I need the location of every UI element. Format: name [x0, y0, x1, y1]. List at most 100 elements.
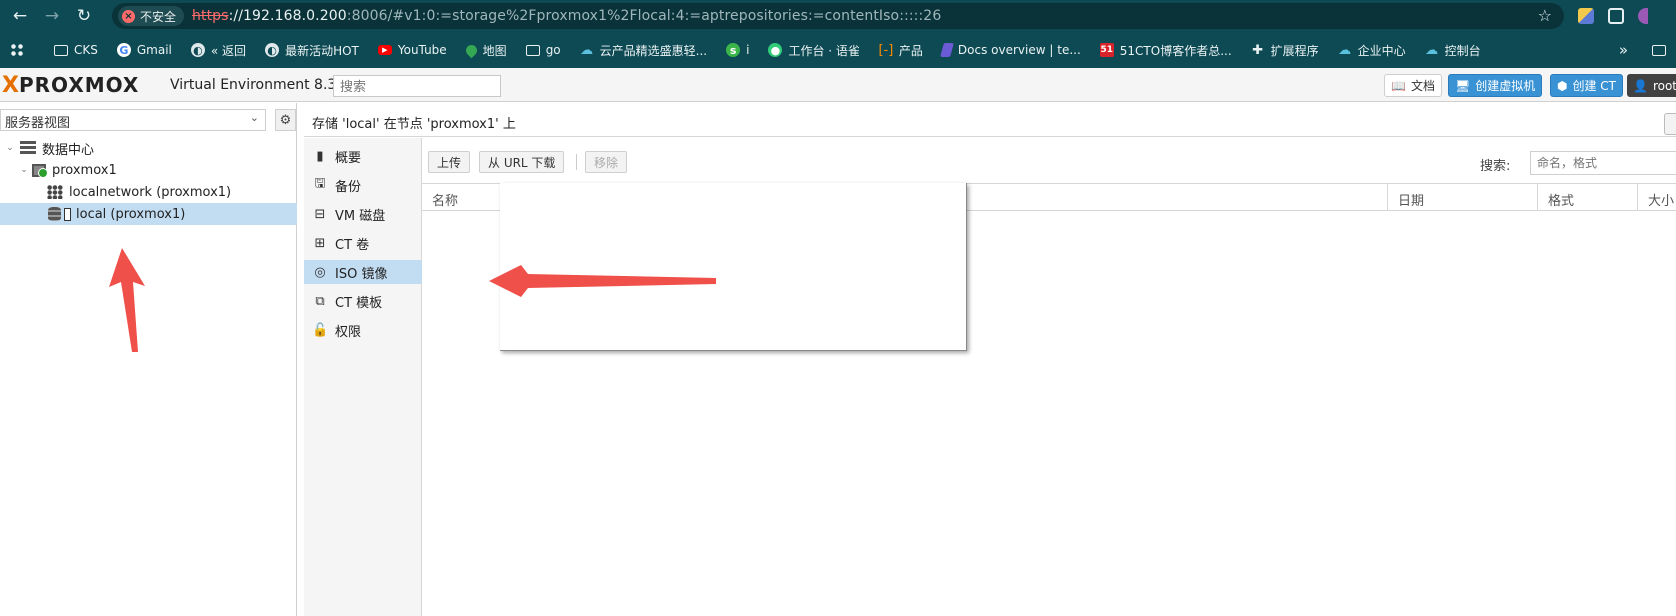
menu-item-ct-templates[interactable]: ⧉ CT 模板 [304, 289, 422, 313]
menu-item-backup[interactable]: 🖫 备份 [304, 173, 422, 197]
menu-item-label: CT 模板 [335, 295, 383, 311]
bookmark-item[interactable]: [-] 产品 [878, 42, 923, 59]
node-icon [32, 163, 48, 178]
bookmark-item[interactable]: ● 工作台 · 语雀 [768, 42, 860, 59]
download-from-url-button[interactable]: 从 URL 下载 [479, 151, 565, 173]
proxmox-logo: X PROXMOX [2, 73, 139, 98]
bookmark-item[interactable]: ✚ 扩展程序 [1251, 42, 1318, 59]
product-icon: [-] [878, 42, 894, 58]
tree-item-network[interactable]: localnetwork (proxmox1) [0, 181, 297, 203]
create-ct-label: 创建 CT [1572, 79, 1617, 93]
docs-button[interactable]: 📖 文档 [1384, 74, 1442, 97]
unlock-icon: 🔓 [312, 322, 329, 338]
column-format[interactable]: 格式 [1538, 184, 1638, 211]
bookmark-item[interactable]: ☁ 控制台 [1425, 42, 1481, 59]
menu-item-permissions[interactable]: 🔓 权限 [304, 318, 422, 342]
url-text[interactable]: https://192.168.0.200:8006/#v1:0:=storag… [192, 8, 941, 24]
back-icon[interactable]: ← [8, 4, 32, 28]
browser-tab-bar: ← → ↻ × 不安全 https://192.168.0.200:8006/#… [0, 0, 1676, 32]
collapse-icon[interactable]: ⌄ [18, 165, 30, 175]
floppy-icon: 🖫 [314, 176, 326, 191]
menu-item-vm-disk[interactable]: ⊟ VM 磁盘 [304, 202, 422, 226]
bookmark-label: 控制台 [1444, 43, 1481, 58]
ct-volume-icon: ⊞ [314, 235, 326, 251]
tree-item-label: local (proxmox1) [76, 206, 186, 222]
bookmark-item[interactable]: ☁ 云产品精选盛惠轻... [580, 42, 707, 59]
bookmark-item[interactable]: ◐ 最新活动HOT [265, 42, 359, 59]
bookmark-item[interactable]: Docs overview | te... [940, 43, 1081, 57]
bookmark-star-icon[interactable]: ☆ [1538, 6, 1552, 25]
tree-item-node[interactable]: ⌄ proxmox1 [0, 159, 297, 181]
address-bar[interactable]: × 不安全 https://192.168.0.200:8006/#v1:0:=… [112, 3, 1564, 29]
iso-search-input[interactable] [1530, 151, 1676, 175]
column-date[interactable]: 日期 [1388, 184, 1538, 211]
bookmark-item[interactable]: 地图 [463, 42, 507, 59]
tree-item-storage[interactable]: local (proxmox1) [0, 203, 297, 225]
cube-icon: ⬢ [1557, 78, 1568, 93]
s-icon: s [726, 43, 741, 57]
create-ct-button[interactable]: ⬢ 创建 CT [1550, 74, 1624, 97]
monitor-icon: 🖥 [1455, 78, 1471, 93]
remove-button[interactable]: 移除 [585, 151, 628, 173]
search-label: 搜索: [1480, 159, 1511, 174]
reload-icon[interactable]: ↻ [72, 4, 96, 28]
extensions-puzzle-icon[interactable] [1608, 8, 1624, 24]
menu-item-label: 概要 [335, 150, 362, 166]
docs-icon [940, 43, 954, 57]
apps-grid-icon [10, 43, 24, 57]
menu-item-ct-volume[interactable]: ⊞ CT 卷 [304, 231, 422, 255]
gear-icon[interactable]: ⚙ [275, 109, 296, 131]
column-size[interactable]: 大小 [1638, 184, 1676, 211]
product-version: Virtual Environment 8.3.0 [170, 77, 350, 93]
create-vm-button[interactable]: 🖥 创建虚拟机 [1448, 74, 1543, 97]
bookmark-item[interactable]: ☁ 企业中心 [1338, 42, 1406, 59]
bookmark-label: CKS [74, 43, 98, 57]
hdd-icon: ⊟ [314, 206, 326, 222]
all-bookmarks-folder-icon[interactable] [1652, 44, 1666, 56]
youtube-icon: ▶ [377, 45, 392, 55]
url-host: ://192.168.0.200 [228, 8, 347, 24]
toolbar-separator [576, 154, 577, 170]
bookmark-item[interactable]: go [525, 43, 561, 57]
panel-tool-button[interactable] [1664, 113, 1676, 135]
more-bookmarks-icon[interactable]: » [1619, 41, 1628, 59]
tree-item-label: proxmox1 [52, 162, 117, 178]
tree-item-datacenter[interactable]: ⌄ 数据中心 [0, 137, 297, 159]
security-chip[interactable]: × 不安全 [118, 6, 185, 26]
apps-button[interactable] [10, 43, 30, 57]
bookmark-label: 企业中心 [1357, 43, 1406, 58]
collapse-icon[interactable]: ⌄ [4, 143, 16, 153]
bookmark-item[interactable]: 51 51CTO博客作者总... [1099, 42, 1232, 59]
bookmark-item[interactable]: CKS [54, 43, 98, 57]
url-scheme: https [192, 8, 229, 24]
book-icon: 📖 [1391, 78, 1406, 93]
bookmark-label: « 返回 [210, 43, 247, 58]
resource-tree-panel: 服务器视图 ⌄ ⚙ ⌄ 数据中心 ⌄ proxmox1 localnetwork… [0, 103, 297, 616]
global-search-input[interactable] [333, 75, 501, 97]
docs-label: 文档 [1410, 79, 1435, 93]
puzzle-icon: ✚ [1252, 42, 1264, 58]
menu-item-iso-images[interactable]: ◎ ISO 镜像 [304, 260, 422, 284]
menu-item-label: ISO 镜像 [335, 266, 388, 282]
bookmark-label: 产品 [898, 43, 923, 58]
view-selector[interactable]: 服务器视图 ⌄ [0, 109, 266, 131]
cloud-icon: ☁ [1338, 42, 1352, 58]
bookmark-label: 最新活动HOT [285, 43, 359, 58]
profile-avatar[interactable] [1638, 8, 1648, 24]
user-menu-button[interactable]: 👤 root [1627, 74, 1676, 97]
menu-item-label: VM 磁盘 [335, 208, 386, 224]
extension-icon[interactable] [1578, 8, 1594, 24]
yuque-icon: ● [768, 43, 783, 57]
bookmark-item[interactable]: si [726, 43, 749, 57]
tree-item-label: localnetwork (proxmox1) [69, 184, 232, 200]
upload-button[interactable]: 上传 [428, 151, 471, 173]
bookmark-item[interactable]: ◐ « 返回 [190, 42, 247, 59]
iso-toolbar: 上传 从 URL 下载 移除 搜索: [422, 146, 1676, 178]
forward-icon[interactable]: → [40, 4, 64, 28]
user-label: root [1652, 78, 1676, 93]
bookmark-item[interactable]: G Gmail [116, 43, 172, 57]
folder-icon [525, 44, 540, 56]
bookmark-item[interactable]: ▶ YouTube [377, 43, 447, 57]
tree-item-label: 数据中心 [42, 142, 95, 158]
menu-item-summary[interactable]: ▮ 概要 [304, 144, 422, 168]
